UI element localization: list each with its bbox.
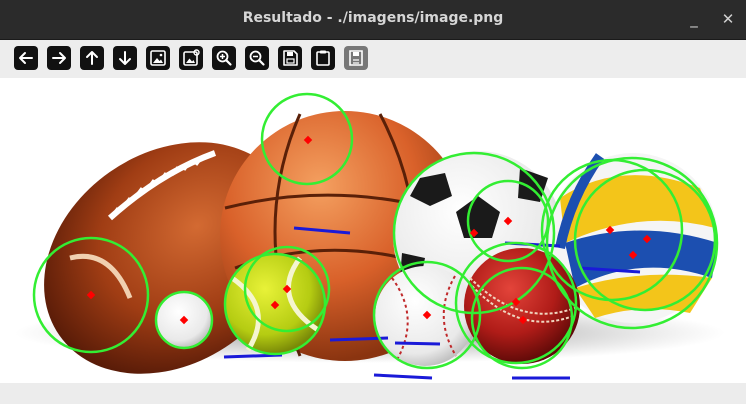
floppy-disabled-icon	[349, 50, 363, 66]
status-bar	[0, 383, 746, 404]
minimize-button[interactable]: _	[684, 9, 704, 29]
image-edit-icon	[183, 49, 200, 66]
down-button[interactable]	[113, 46, 137, 70]
zoom-out-button[interactable]	[245, 46, 269, 70]
floppy-disabled-button[interactable]	[344, 46, 368, 70]
up-icon	[86, 51, 98, 65]
window-title: Resultado - ./imagens/image.png	[242, 10, 504, 26]
zoom-in-button[interactable]	[212, 46, 236, 70]
back-button[interactable]	[14, 46, 38, 70]
image-icon	[150, 50, 166, 66]
forward-icon	[52, 52, 66, 64]
close-button[interactable]: ✕	[718, 9, 738, 29]
image-edit-button[interactable]	[179, 46, 203, 70]
clipboard-icon	[316, 50, 330, 66]
forward-button[interactable]	[47, 46, 71, 70]
image-canvas	[0, 78, 746, 383]
zoom-out-icon	[249, 50, 265, 66]
toolbar	[0, 40, 746, 78]
app-window: Resultado - ./imagens/image.png _ ✕	[0, 0, 746, 404]
clipboard-button[interactable]	[311, 46, 335, 70]
title-bar: Resultado - ./imagens/image.png _ ✕	[0, 0, 746, 40]
zoom-in-icon	[216, 50, 232, 66]
up-button[interactable]	[80, 46, 104, 70]
back-icon	[19, 52, 33, 64]
down-icon	[119, 51, 131, 65]
save-icon	[283, 50, 298, 66]
result-image	[15, 92, 725, 380]
image-button[interactable]	[146, 46, 170, 70]
save-button[interactable]	[278, 46, 302, 70]
